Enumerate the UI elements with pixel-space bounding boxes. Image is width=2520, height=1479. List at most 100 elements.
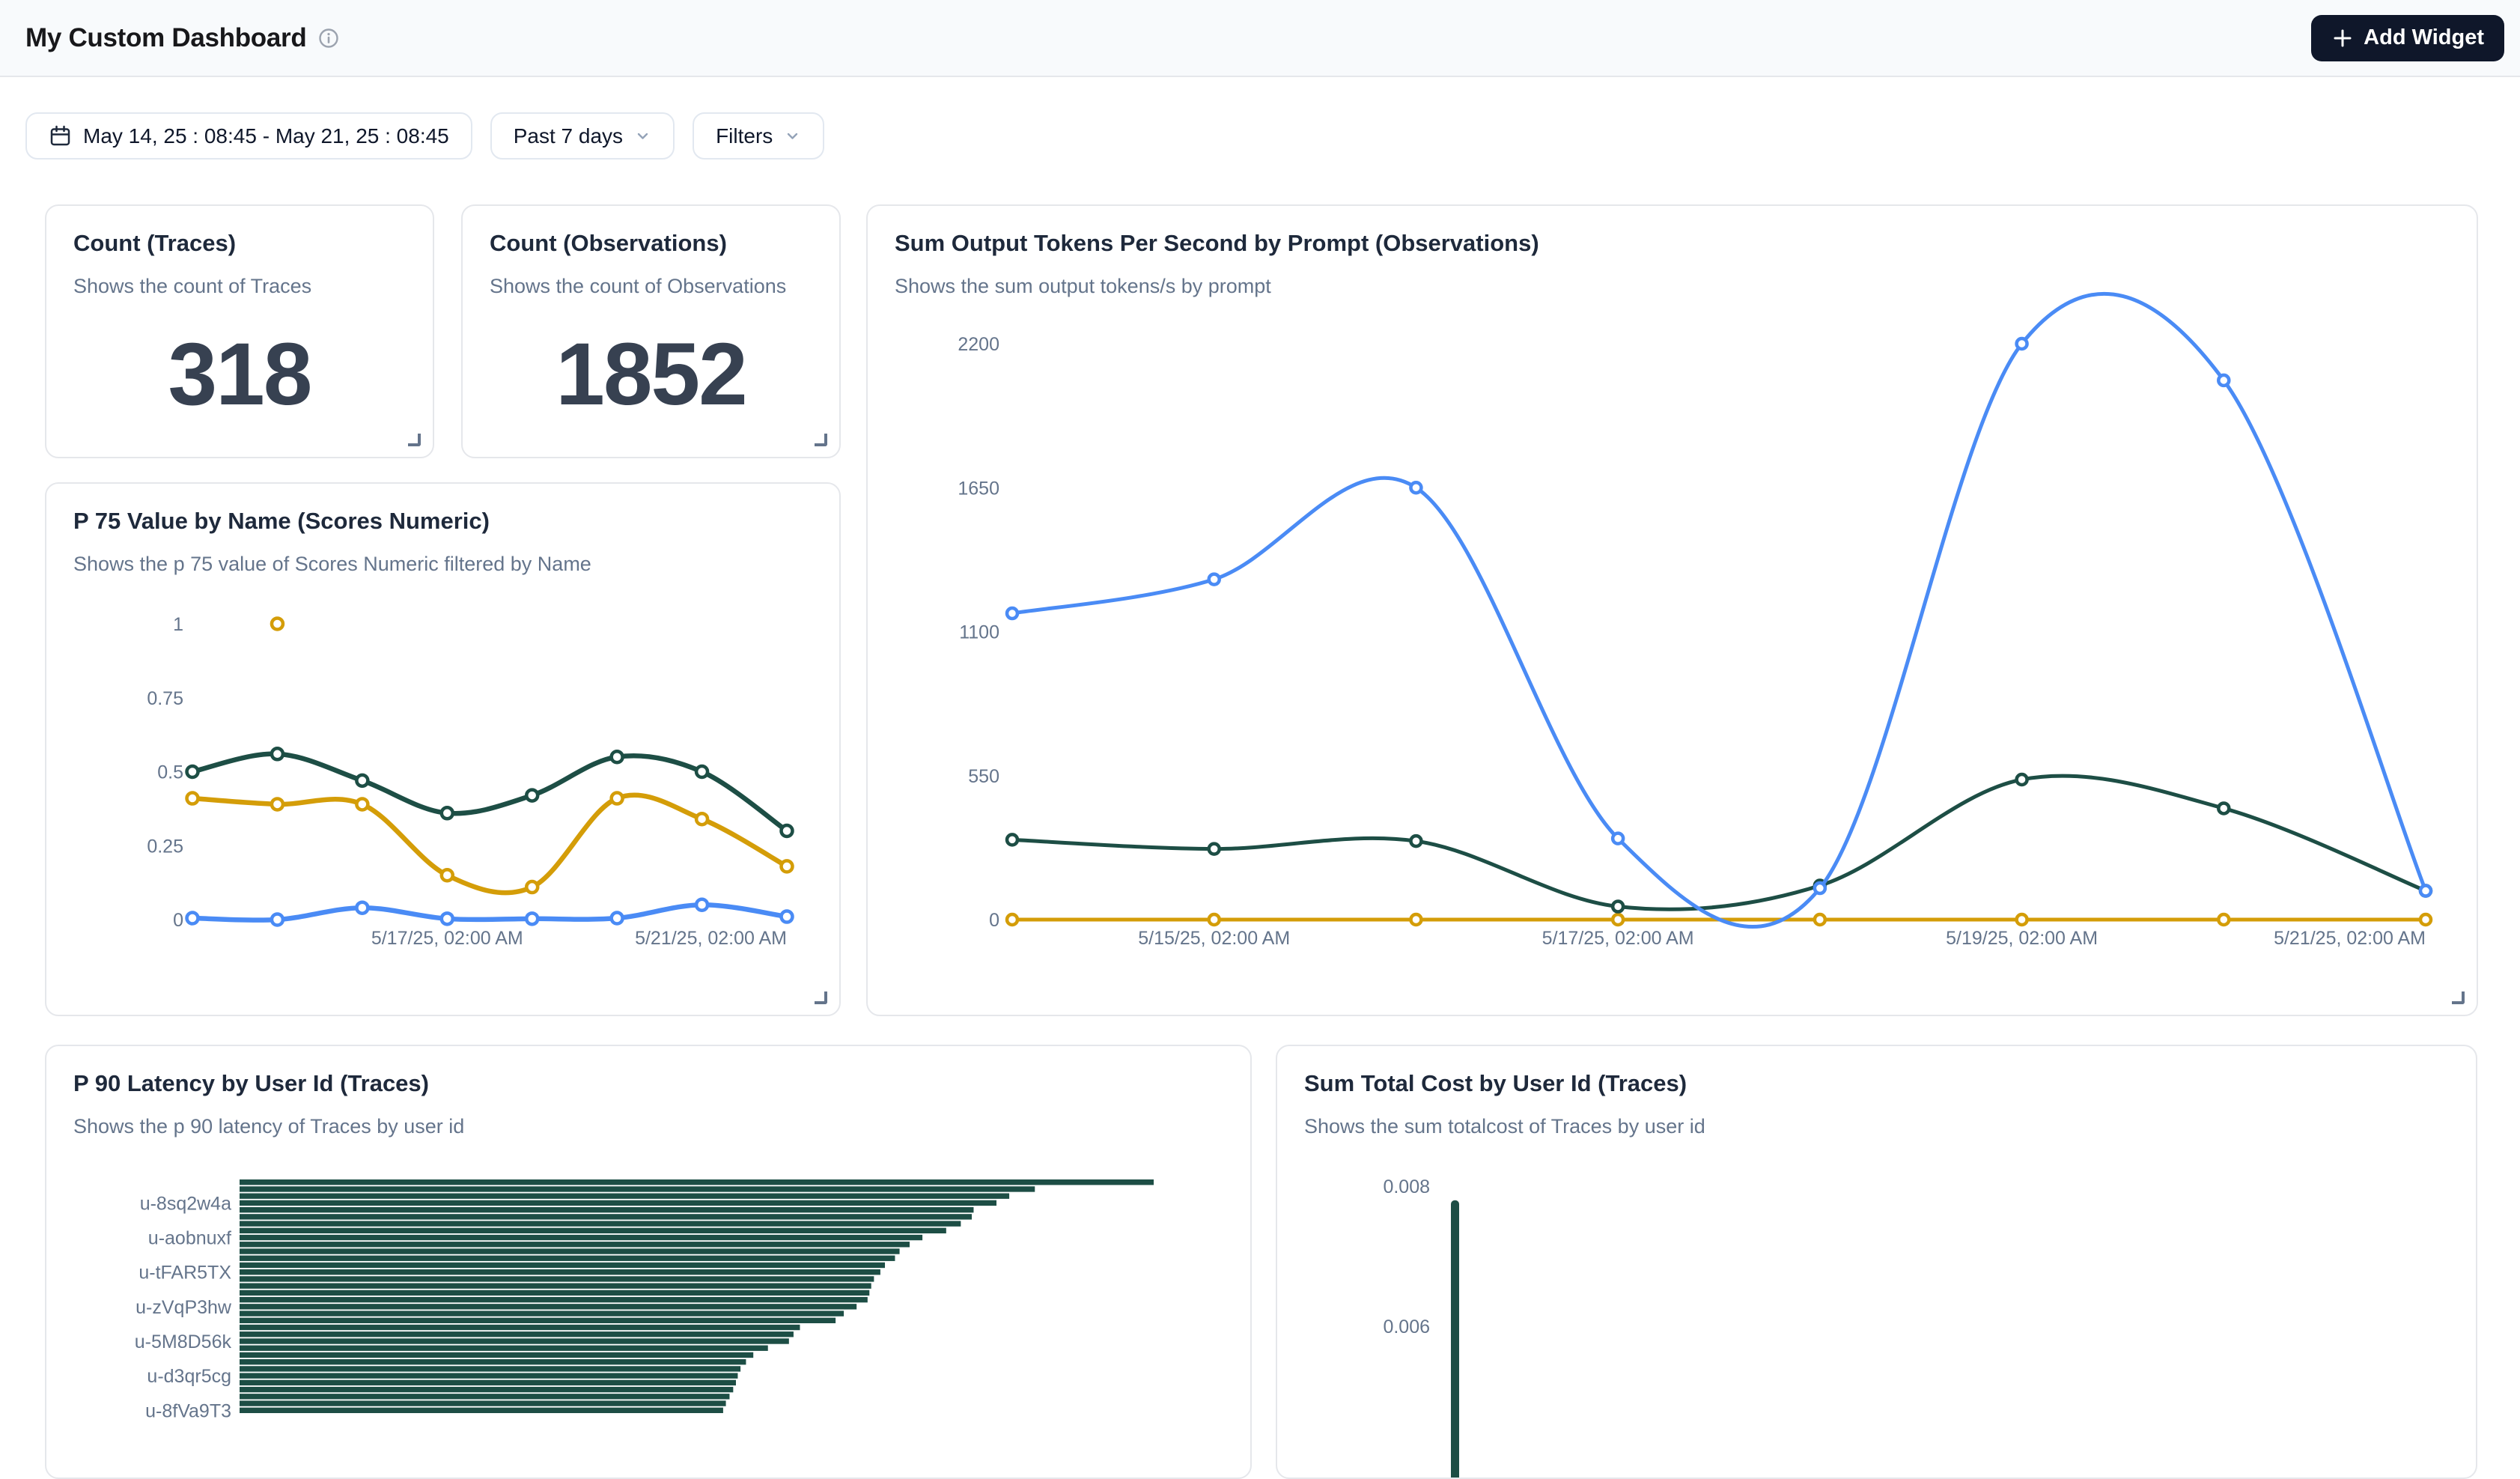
latency-bar bbox=[240, 1228, 946, 1233]
resize-handle-icon[interactable] bbox=[815, 991, 827, 1004]
y-axis-tick-label: u-zVqP3hw bbox=[136, 1297, 232, 1318]
latency-bar bbox=[240, 1325, 800, 1330]
prompt-blue-point bbox=[2017, 338, 2027, 349]
widget-title: Count (Observations) bbox=[490, 230, 812, 257]
y-axis-tick-label: u-aobnuxf bbox=[148, 1228, 231, 1249]
p90-chart-svg: u-8sq2w4a u-aobnuxf u-tFAR5TX u-zVqP3hw u-5M… bbox=[46, 1046, 1250, 1478]
score-dark-green-point bbox=[442, 807, 453, 819]
latency-bar bbox=[240, 1221, 961, 1226]
latency-bar bbox=[240, 1338, 789, 1343]
prompt-dark-green-line bbox=[1012, 776, 2426, 909]
score-blue-point bbox=[782, 911, 793, 923]
p75-line-chart: 00.250.50.7515/17/25, 02:00 AM5/21/25, 0… bbox=[46, 484, 839, 1015]
y-axis-tick-label: 0 bbox=[989, 910, 999, 931]
prompt-blue-point bbox=[1209, 574, 1220, 585]
tokens-chart-svg: 05501100165022005/15/25, 02:00 AM5/17/25… bbox=[868, 206, 2477, 1015]
widget-title: Count (Traces) bbox=[73, 230, 406, 257]
resize-handle-icon[interactable] bbox=[2452, 991, 2465, 1004]
score-dark-green-point bbox=[526, 790, 538, 801]
latency-bar bbox=[240, 1263, 885, 1268]
score-blue-point bbox=[442, 913, 453, 924]
prompt-amber-point bbox=[1410, 914, 1421, 925]
score-amber-point bbox=[612, 793, 623, 804]
score-dark-green-point bbox=[612, 751, 623, 762]
widget-p75-value: 00.250.50.7515/17/25, 02:00 AM5/21/25, 0… bbox=[45, 482, 841, 1016]
y-axis-tick-label: 0.006 bbox=[1383, 1316, 1430, 1337]
score-blue-point bbox=[612, 913, 623, 924]
y-axis-tick-label: u-8sq2w4a bbox=[140, 1193, 231, 1214]
y-axis-tick-label: 1100 bbox=[959, 622, 999, 643]
y-axis-tick-label: 0.5 bbox=[157, 762, 183, 783]
latency-bar bbox=[240, 1283, 871, 1288]
score-amber-point bbox=[782, 860, 793, 872]
cost-chart-svg: 0.008 0.006 bbox=[1277, 1046, 2476, 1478]
prompt-blue-point bbox=[1613, 833, 1623, 844]
latency-bar bbox=[240, 1346, 768, 1351]
score-amber-point bbox=[442, 869, 453, 881]
y-axis-tick-label: 0.008 bbox=[1383, 1176, 1430, 1197]
latency-bar bbox=[240, 1394, 729, 1399]
score-amber-single-point bbox=[272, 619, 283, 630]
time-preset-dropdown[interactable]: Past 7 days bbox=[490, 112, 675, 160]
latency-bar bbox=[240, 1297, 868, 1302]
score-amber-point bbox=[526, 881, 538, 893]
latency-bar bbox=[240, 1380, 736, 1385]
filters-dropdown[interactable]: Filters bbox=[693, 112, 824, 160]
page-header-left: My Custom Dashboard bbox=[25, 23, 339, 53]
x-axis-tick-label: 5/21/25, 02:00 AM bbox=[2274, 928, 2426, 949]
prompt-dark-green-point bbox=[2017, 774, 2027, 785]
score-amber-point bbox=[272, 798, 283, 810]
y-axis-tick-label: 1 bbox=[173, 614, 183, 635]
prompt-dark-green-point bbox=[1007, 834, 1017, 845]
prompt-amber-point bbox=[1007, 914, 1017, 925]
date-range-button[interactable]: May 14, 25 : 08:45 - May 21, 25 : 08:45 bbox=[25, 112, 472, 160]
cost-bar-chart: 0.008 0.006 bbox=[1277, 1046, 2476, 1478]
resize-handle-icon[interactable] bbox=[815, 434, 827, 446]
chevron-down-icon bbox=[634, 127, 651, 145]
latency-bar bbox=[240, 1318, 836, 1323]
prompt-dark-green-point bbox=[2218, 803, 2229, 813]
latency-bar bbox=[240, 1179, 1154, 1185]
score-amber-point bbox=[187, 793, 198, 804]
dashboard-page: My Custom Dashboard Add Widget bbox=[0, 0, 2520, 1408]
prompt-amber-point bbox=[2218, 914, 2229, 925]
latency-bar bbox=[240, 1352, 753, 1358]
latency-bar bbox=[240, 1366, 740, 1371]
y-axis-tick-label: u-8fVa9T3 bbox=[145, 1400, 231, 1421]
plus-icon bbox=[2331, 27, 2354, 49]
resize-handle-icon[interactable] bbox=[408, 434, 421, 446]
latency-bar bbox=[240, 1193, 1009, 1198]
prompt-dark-green-point bbox=[1613, 902, 1623, 912]
date-range-label: May 14, 25 : 08:45 - May 21, 25 : 08:45 bbox=[83, 124, 449, 148]
prompt-dark-green-point bbox=[1410, 836, 1421, 846]
latency-bar bbox=[240, 1331, 794, 1337]
filters-label: Filters bbox=[716, 124, 773, 148]
x-axis-tick-label: 5/17/25, 02:00 AM bbox=[1542, 928, 1694, 949]
time-preset-label: Past 7 days bbox=[514, 124, 623, 148]
add-widget-button[interactable]: Add Widget bbox=[2311, 15, 2504, 61]
y-axis-tick-label: u-5M8D56k bbox=[135, 1331, 232, 1352]
prompt-amber-point bbox=[1209, 914, 1220, 925]
widget-sum-output-tokens: 05501100165022005/15/25, 02:00 AM5/17/25… bbox=[866, 204, 2478, 1016]
y-axis-tick-label: 0.75 bbox=[147, 688, 183, 709]
score-dark-green-point bbox=[782, 825, 793, 836]
p75-chart-svg: 00.250.50.7515/17/25, 02:00 AM5/21/25, 0… bbox=[46, 484, 839, 1015]
y-axis-tick-label: 1650 bbox=[958, 478, 999, 499]
x-axis-tick-label: 5/17/25, 02:00 AM bbox=[371, 928, 523, 949]
score-amber-point bbox=[356, 798, 368, 810]
score-blue-point bbox=[526, 913, 538, 924]
latency-bar bbox=[240, 1186, 1035, 1191]
widget-p90-latency: u-8sq2w4a u-aobnuxf u-tFAR5TX u-zVqP3hw u-5M… bbox=[45, 1045, 1252, 1479]
info-icon[interactable] bbox=[318, 28, 339, 49]
score-amber-point bbox=[696, 813, 707, 824]
prompt-amber-point bbox=[2420, 914, 2431, 925]
score-blue-point bbox=[356, 902, 368, 914]
y-axis-tick-label: u-tFAR5TX bbox=[139, 1263, 231, 1284]
prompt-blue-point bbox=[2218, 375, 2229, 386]
score-dark-green-point bbox=[356, 775, 368, 786]
latency-bar bbox=[240, 1235, 922, 1240]
toolbar: May 14, 25 : 08:45 - May 21, 25 : 08:45 … bbox=[25, 112, 824, 160]
tokens-line-chart: 05501100165022005/15/25, 02:00 AM5/17/25… bbox=[868, 206, 2477, 1015]
prompt-blue-point bbox=[1007, 608, 1017, 619]
latency-bar bbox=[240, 1269, 880, 1275]
